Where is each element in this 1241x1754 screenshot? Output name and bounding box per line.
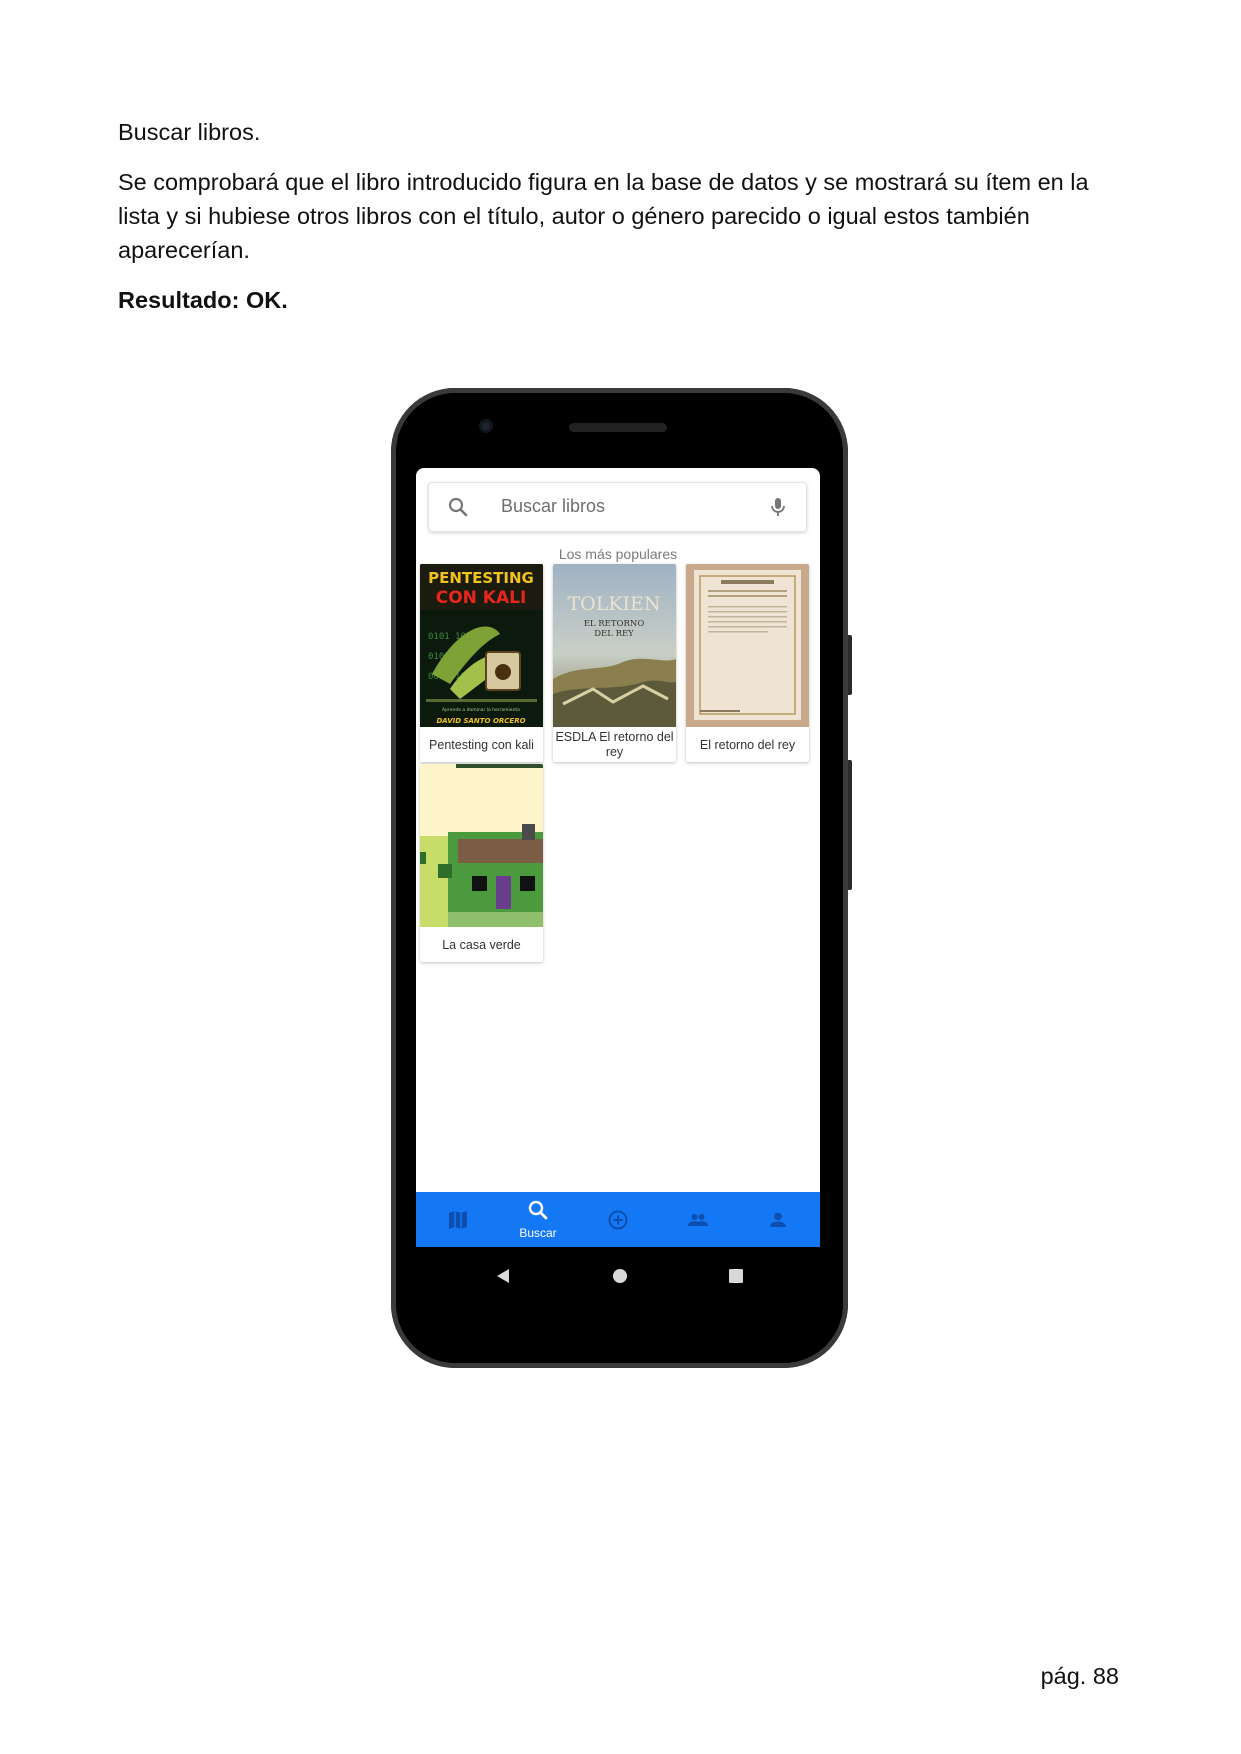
- cover-title-text: EL RETORNO: [584, 619, 645, 629]
- search-icon: [528, 1200, 548, 1220]
- book-cover: PENTESTING CON KALI 0101 10 0101101 0011…: [420, 564, 543, 727]
- book-title: Pentesting con kali: [429, 737, 534, 752]
- earpiece-speaker: [569, 423, 667, 432]
- book-cover: TOLKIEN EL RETORNO DEL REY: [553, 564, 676, 727]
- book-card[interactable]: El retorno del rey: [686, 564, 809, 762]
- cover-title-text: CON KALI: [436, 588, 527, 608]
- book-title: El retorno del rey: [699, 737, 796, 752]
- page-number: pág. 88: [1040, 1663, 1119, 1689]
- nav-item-people[interactable]: [658, 1192, 738, 1247]
- cover-author-text: TOLKIEN: [567, 593, 660, 615]
- nav-item-add[interactable]: [578, 1192, 658, 1247]
- system-home-icon[interactable]: [612, 1268, 628, 1284]
- nav-label-search: Buscar: [519, 1226, 557, 1240]
- section-heading: Buscar libros.: [118, 119, 261, 145]
- book-card[interactable]: PENTESTING CON KALI 0101 10 0101101 0011…: [420, 564, 543, 762]
- book-cover: [686, 564, 809, 727]
- add-circle-icon: [608, 1210, 628, 1230]
- front-camera: [479, 419, 493, 433]
- nav-item-profile[interactable]: [738, 1192, 818, 1247]
- svg-text:Aprende a dominar la herramien: Aprende a dominar la herramienta: [442, 707, 520, 713]
- description-paragraph: Se comprobará que el libro introducido f…: [118, 169, 1089, 263]
- cover-title-text: DEL REY: [594, 629, 634, 639]
- system-back-icon[interactable]: [495, 1268, 511, 1284]
- system-recents-icon[interactable]: [728, 1268, 744, 1284]
- book-card[interactable]: La casa verde: [420, 764, 543, 962]
- mic-icon[interactable]: [766, 495, 790, 519]
- book-card[interactable]: TOLKIEN EL RETORNO DEL REY ESDLA El reto…: [553, 564, 676, 762]
- nav-item-map[interactable]: [418, 1192, 498, 1247]
- map-icon: [449, 1211, 467, 1229]
- book-title: ESDLA El retorno del rey: [555, 730, 674, 759]
- cover-title-text: PENTESTING: [428, 569, 534, 587]
- cover-author-text: DAVID SANTO ORCERO: [436, 717, 525, 725]
- search-bar[interactable]: Buscar libros: [428, 482, 807, 532]
- search-input[interactable]: Buscar libros: [501, 496, 605, 517]
- section-label: Los más populares: [558, 546, 678, 562]
- phone-frame: Buscar libros Los más populares PENTESTI…: [391, 388, 848, 1368]
- person-icon: [770, 1212, 786, 1227]
- book-cover: [420, 764, 543, 927]
- bottom-navigation: Buscar: [416, 1192, 820, 1247]
- book-title: La casa verde: [442, 937, 521, 952]
- app-screen: Buscar libros Los más populares PENTESTI…: [416, 468, 820, 1247]
- result-line: Resultado: OK.: [118, 287, 288, 313]
- search-icon: [448, 497, 468, 517]
- people-icon: [688, 1214, 708, 1226]
- nav-item-search[interactable]: Buscar: [498, 1192, 578, 1247]
